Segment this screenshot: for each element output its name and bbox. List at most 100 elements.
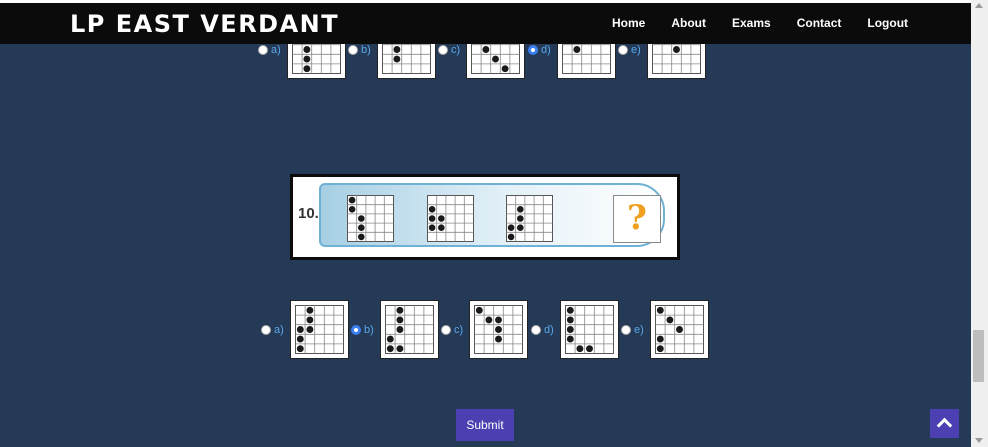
grid-dot [495, 335, 503, 343]
scroll-up-arrow-icon[interactable] [975, 3, 983, 8]
grid-dot [437, 224, 445, 232]
grid-dot [675, 326, 683, 333]
radio-button[interactable] [261, 324, 271, 335]
submit-button[interactable]: Submit [456, 409, 514, 441]
radio-button[interactable] [531, 324, 541, 335]
grid-dot [656, 345, 664, 353]
scrollbar-thumb[interactable] [973, 330, 984, 382]
grid-dot [357, 224, 365, 232]
grid-dot [393, 55, 401, 63]
grid-dot [396, 326, 404, 333]
q10-option-2[interactable]: b) [351, 300, 439, 359]
radio-button[interactable] [621, 324, 631, 335]
brand-logo[interactable]: LP EAST VERDANT [70, 10, 339, 38]
radio-button[interactable] [258, 44, 268, 55]
grid-dot [501, 65, 509, 73]
grid-dot [666, 316, 674, 324]
grid-dot [566, 335, 574, 343]
radio-button[interactable] [348, 44, 358, 55]
option-dot-grid [474, 305, 524, 354]
option-dot-grid [384, 305, 434, 354]
grid-dot [573, 46, 581, 53]
grid-dot [393, 46, 401, 53]
option-letter: a) [271, 43, 281, 56]
grid-dot [348, 196, 356, 204]
option-letter: c) [451, 43, 461, 56]
grid-dot [303, 55, 311, 63]
scroll-down-arrow-icon[interactable] [975, 438, 983, 443]
question-10-figure: 10. ? [290, 174, 680, 260]
radio-button[interactable] [618, 44, 628, 55]
radio-button[interactable] [528, 44, 538, 55]
option-image[interactable] [289, 300, 349, 359]
grid-dot [306, 316, 314, 324]
grid-dot [428, 215, 436, 222]
grid-dot [507, 224, 515, 232]
option-letter: a) [274, 323, 284, 336]
sequence-banner: ? [319, 183, 665, 247]
grid-dot [485, 316, 493, 324]
option-dot-grid [654, 305, 704, 354]
option-dot-grid [294, 305, 344, 354]
grid-dot [672, 46, 680, 53]
option-letter: b) [361, 43, 371, 56]
question-mark-icon: ? [627, 198, 647, 238]
option-image[interactable] [379, 300, 439, 359]
radio-button[interactable] [351, 324, 361, 335]
option-letter: b) [364, 323, 374, 336]
nav-item-about[interactable]: About [658, 3, 719, 44]
grid-dot [306, 306, 314, 314]
question-number: 10. [298, 205, 319, 222]
grid-dot [516, 215, 524, 222]
nav-item-exams[interactable]: Exams [719, 3, 784, 44]
option-image[interactable] [649, 300, 709, 359]
grid-dot [585, 345, 593, 353]
grid-dot [656, 306, 664, 314]
sequence-dot-grid [427, 195, 474, 242]
unknown-box: ? [613, 195, 661, 243]
grid-dot [303, 46, 311, 53]
radio-button[interactable] [438, 44, 448, 55]
nav-item-home[interactable]: Home [599, 3, 658, 44]
nav-item-logout[interactable]: Logout [854, 3, 921, 44]
q10-option-5[interactable]: e) [621, 300, 709, 359]
grid-dot [357, 233, 365, 241]
grid-dot [348, 205, 356, 213]
grid-dot [476, 306, 483, 314]
option-letter: d) [541, 43, 551, 56]
grid-dot [437, 215, 445, 222]
option-dot-grid [564, 305, 614, 354]
sequence-dot-grid [506, 195, 553, 242]
grid-dot [656, 335, 664, 343]
grid-dot [495, 326, 503, 333]
grid-dot [428, 224, 436, 232]
option-letter: e) [634, 323, 644, 336]
chevron-up-icon [936, 417, 953, 434]
grid-dot [566, 316, 574, 324]
q10-option-1[interactable]: a) [261, 300, 349, 359]
grid-dot [516, 205, 524, 213]
grid-dot [396, 306, 404, 314]
nav-menu: Home About Exams Contact Logout [599, 3, 921, 44]
grid-dot [492, 55, 500, 63]
option-image[interactable] [559, 300, 619, 359]
grid-dot [566, 326, 574, 333]
grid-dot [507, 233, 515, 241]
grid-dot [296, 335, 304, 343]
grid-dot [386, 345, 394, 353]
grid-dot [396, 316, 404, 324]
option-letter: c) [454, 323, 464, 336]
grid-dot [482, 46, 490, 53]
option-image[interactable] [469, 300, 529, 359]
q10-option-4[interactable]: d) [531, 300, 619, 359]
grid-dot [306, 326, 314, 333]
back-to-top-button[interactable] [930, 409, 959, 438]
grid-dot [495, 316, 503, 324]
grid-dot [396, 345, 404, 353]
radio-button[interactable] [441, 324, 451, 335]
nav-item-contact[interactable]: Contact [784, 3, 855, 44]
q10-option-3[interactable]: c) [441, 300, 529, 359]
grid-dot [428, 205, 436, 213]
grid-dot [516, 224, 524, 232]
grid-dot [566, 306, 574, 314]
